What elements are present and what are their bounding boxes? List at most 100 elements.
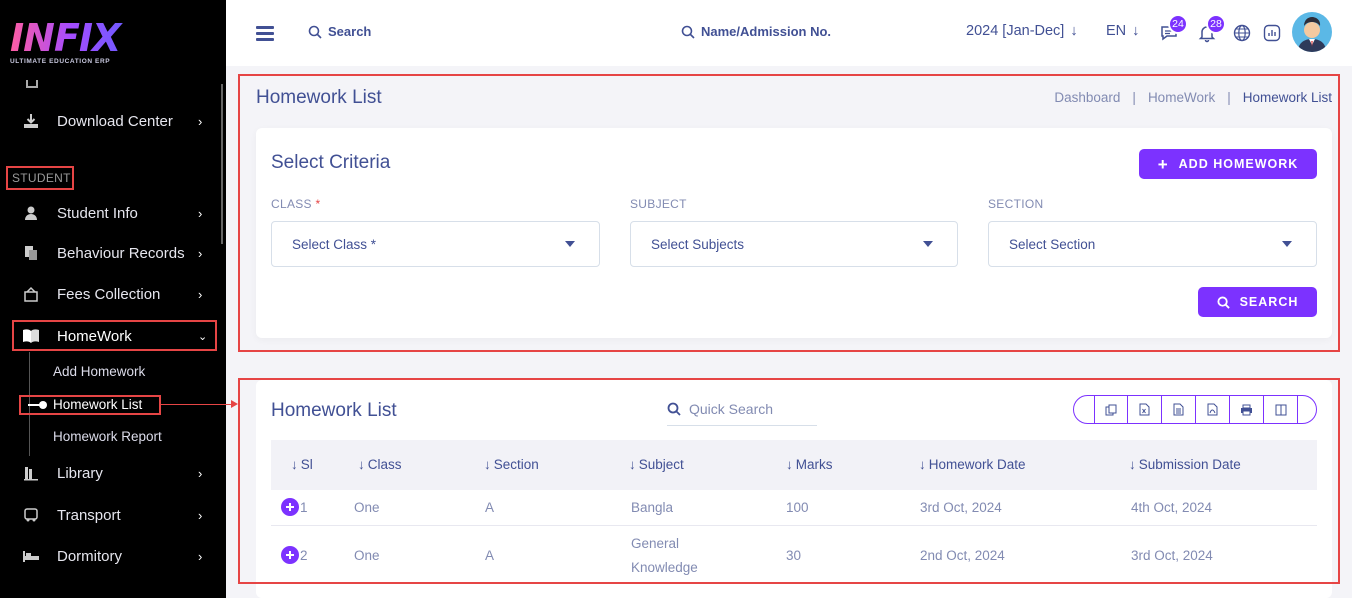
sidebar-item-fees-collection[interactable]: Fees Collection › [0,274,226,314]
cell-section: A [485,500,495,515]
add-homework-button[interactable]: + ADD HOMEWORK [1139,149,1317,179]
language-value: EN [1106,23,1127,39]
sidebar-item-label: Dormitory [57,547,123,565]
col-subject-label: Subject [638,457,684,472]
sort-arrow-icon: ↓ [484,457,491,472]
sidebar-item-student-info[interactable]: Student Info › [0,193,226,233]
chart-icon [1263,24,1281,42]
table-row[interactable]: 1 One A Bangla 100 3rd Oct, 2024 4th Oct… [271,490,1317,526]
top-search-label: Search [328,24,372,39]
plus-icon: + [1157,154,1169,174]
sidebar-item-download-center[interactable]: Download Center › [0,101,226,141]
chevron-right-icon: › [198,507,203,523]
analytics-button[interactable] [1261,22,1283,44]
col-homework-date-label: Homework Date [928,457,1026,472]
page-title: Homework List [256,87,382,108]
sort-arrow-icon: ↓ [358,457,365,472]
chevron-right-icon: › [198,465,203,481]
cell-class: One [354,548,380,563]
notifications-button[interactable]: 28 [1196,14,1226,44]
book-icon [22,327,40,345]
table-row[interactable]: 2 One A General Knowledge 30 2nd Oct, 20… [271,526,1317,584]
quick-search-input[interactable]: Quick Search [667,392,817,426]
top-search[interactable]: Search [308,24,371,39]
sidebar-item-dormitory[interactable]: Dormitory › [0,536,226,576]
sidebar-item-label: Behaviour Records [57,244,185,262]
search-button-label: SEARCH [1239,295,1299,309]
copy-button[interactable] [1094,396,1128,423]
breadcrumb-dashboard[interactable]: Dashboard [1054,90,1120,105]
sidebar-item-label: HomeWork [57,327,132,345]
columns-icon [1275,404,1286,415]
section-label: SECTION [988,197,1044,211]
col-subject[interactable]: ↓ Subject [629,457,684,472]
session-select[interactable]: 2024 [Jan-Dec] ↓ [966,23,1078,39]
cell-marks: 100 [786,500,809,515]
col-homework-date[interactable]: ↓ Homework Date [919,457,1026,472]
avatar[interactable] [1292,12,1332,52]
submenu-homework-report[interactable]: Homework Report [53,429,162,444]
submenu-add-homework[interactable]: Add Homework [53,364,145,379]
active-dot-icon [39,401,47,409]
breadcrumb-homework[interactable]: HomeWork [1148,90,1215,105]
cell-sl: 2 [300,548,308,563]
col-sl[interactable]: ↓ Sl [291,457,313,472]
file-pdf-icon [1207,403,1218,416]
csv-button[interactable] [1162,396,1196,423]
notifications-badge: 28 [1206,14,1226,34]
sort-arrow-icon: ↓ [291,457,298,472]
cell-marks: 30 [786,548,802,563]
expand-row-icon[interactable] [281,546,299,564]
messages-button[interactable]: 24 [1158,14,1188,44]
submenu-homework-list[interactable]: Homework List [53,397,142,412]
sidebar-item-behaviour-records[interactable]: Behaviour Records › [0,233,226,273]
export-buttons [1073,395,1317,424]
admission-search[interactable]: Name/Admission No. [681,24,831,39]
col-sl-label: Sl [300,457,313,472]
col-submission-date[interactable]: ↓ Submission Date [1129,457,1241,472]
breadcrumb: Dashboard | HomeWork | Homework List [1054,90,1332,105]
fees-icon [22,285,40,303]
section-select-value: Select Section [1009,236,1096,252]
excel-button[interactable] [1128,396,1162,423]
search-button[interactable]: SEARCH [1198,287,1317,317]
sidebar-item-library[interactable]: Library › [0,453,226,493]
cell-class: One [354,500,380,515]
logo[interactable]: INFIX ULTIMATE EDUCATION ERP [10,18,130,68]
website-button[interactable] [1231,22,1253,44]
expand-row-icon[interactable] [281,498,299,516]
user-icon [22,204,40,222]
sidebar-item-label: Fees Collection [57,285,161,303]
copy-icon [22,244,40,262]
sidebar-item-label: Transport [57,506,121,524]
sidebar-item-transport[interactable]: Transport › [0,495,226,535]
language-select[interactable]: EN ↓ [1106,23,1139,39]
logo-text: INFIX [10,18,130,58]
file-text-icon [1173,403,1184,416]
col-class[interactable]: ↓ Class [358,457,402,472]
session-value: 2024 [Jan-Dec] [966,23,1065,39]
search-icon [667,402,681,416]
section-select[interactable]: Select Section [988,221,1317,267]
sort-arrow-icon: ↓ [1129,457,1136,472]
col-marks[interactable]: ↓ Marks [786,457,833,472]
criteria-card: Select Criteria + ADD HOMEWORK CLASS * S… [256,128,1332,338]
globe-icon [1233,24,1251,42]
subject-select-value: Select Subjects [651,236,745,252]
col-section[interactable]: ↓ Section [484,457,539,472]
breadcrumb-separator: | [1132,90,1136,105]
class-select[interactable]: Select Class * [271,221,600,267]
columns-button[interactable] [1264,396,1298,423]
arrow-down-icon: ↓ [1132,23,1140,39]
pdf-button[interactable] [1196,396,1230,423]
sidebar-item-homework[interactable]: HomeWork ⌄ [0,316,226,356]
col-section-label: Section [493,457,539,472]
subject-select[interactable]: Select Subjects [630,221,958,267]
breadcrumb-current: Homework List [1242,90,1332,105]
chevron-right-icon: › [198,245,203,261]
cell-sl: 1 [300,500,308,515]
print-button[interactable] [1230,396,1264,423]
col-class-label: Class [367,457,402,472]
search-icon [681,25,695,39]
menu-toggle-icon[interactable] [256,26,274,41]
